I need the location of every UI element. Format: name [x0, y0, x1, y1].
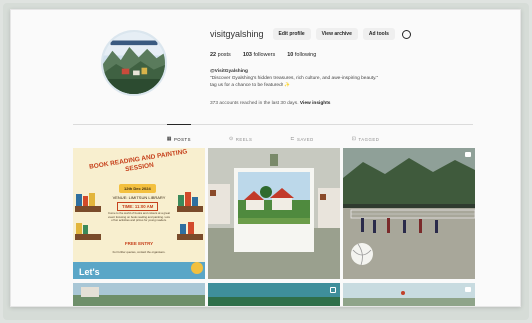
followers-label: followers: [253, 52, 276, 58]
tab-reels[interactable]: ⊙ REELS: [229, 125, 252, 142]
bio-line-2: tag us for a chance to be featured! ✨: [210, 82, 440, 89]
profile-header: visitgyalshing Edit profile View archive…: [210, 28, 411, 40]
tag-icon: ⊡: [351, 136, 357, 142]
reels-icon: ⊙: [229, 136, 234, 142]
followers-stat[interactable]: 103 followers: [243, 52, 275, 58]
poster-body: Come to the world of books and colours a…: [108, 211, 170, 223]
username: visitgyalshing: [210, 29, 264, 39]
sparkle-icon: ✨: [284, 83, 291, 88]
post-tile-volleyball[interactable]: [343, 148, 475, 279]
posts-count: 22: [210, 52, 217, 58]
insights-text: 373 accounts reached in the last 30 days…: [210, 101, 299, 106]
bookmark-icon: ⊏: [290, 136, 296, 142]
post-6-photo: [343, 283, 475, 306]
view-insights-link[interactable]: View insights: [300, 101, 331, 106]
following-label: following: [294, 52, 317, 58]
followers-count: 103: [242, 52, 252, 58]
poster-entry: FREE ENTRY: [124, 241, 154, 246]
poster-venue: VENUE: LIMITSUN LIBRARY: [112, 195, 166, 200]
display-name: @VisitGyalshing: [210, 69, 248, 74]
posts-stat: 22 posts: [210, 52, 231, 58]
multiple-images-icon: [330, 287, 336, 293]
post-tile-6[interactable]: [343, 283, 475, 306]
poster-foot: For further queries, contact the organis…: [112, 250, 166, 254]
post-tile-poster[interactable]: BOOK READING AND PAINTING SESSION 12th D…: [73, 148, 205, 279]
tab-tagged-label: TAGGED: [358, 136, 380, 142]
post-5-photo: [208, 283, 340, 306]
posts-grid: BOOK READING AND PAINTING SESSION 12th D…: [73, 148, 475, 306]
avatar-image: [103, 32, 165, 94]
tab-posts-label: POSTS: [173, 136, 192, 142]
following-stat[interactable]: 10 following: [287, 52, 316, 58]
following-count: 10: [287, 52, 294, 58]
ad-tools-button[interactable]: Ad tools: [362, 28, 395, 40]
tab-saved[interactable]: ⊏ SAVED: [290, 125, 313, 142]
profile-stats: 22 posts 103 followers 10 following: [210, 52, 328, 58]
view-archive-button[interactable]: View archive: [315, 28, 358, 40]
volleyball-photo: [343, 148, 475, 279]
multiple-images-icon: [465, 287, 471, 292]
poster-date: 12th Dec 2024: [119, 184, 156, 193]
edit-profile-button[interactable]: Edit profile: [272, 28, 311, 40]
poster-time: TIME: 11:00 AM: [117, 202, 159, 211]
profile-avatar[interactable]: [101, 30, 167, 96]
post-tile-building[interactable]: [208, 148, 340, 279]
poster-lets: Let's: [79, 267, 100, 277]
profile-bio: @VisitGyalshing "Discover Gyalshing's hi…: [210, 68, 440, 89]
settings-gear-icon[interactable]: [401, 29, 411, 39]
tab-posts[interactable]: ▦ POSTS: [166, 124, 192, 142]
building-photo: [208, 148, 340, 279]
tab-tagged[interactable]: ⊡ TAGGED: [352, 125, 380, 142]
tab-reels-label: REELS: [235, 136, 253, 142]
post-4-photo: [73, 283, 205, 306]
post-tile-5[interactable]: [208, 283, 340, 306]
bio-line-2-text: tag us for a chance to be featured!: [210, 83, 284, 88]
profile-tabs: ▦ POSTS ⊙ REELS ⊏ SAVED ⊡ TAGGED: [73, 124, 473, 142]
insights-row: 373 accounts reached in the last 30 days…: [210, 101, 330, 106]
multiple-images-icon: [465, 152, 471, 157]
tab-saved-label: SAVED: [297, 136, 314, 142]
posts-label: posts: [217, 52, 231, 58]
post-tile-4[interactable]: [73, 283, 205, 306]
grid-icon: ▦: [166, 136, 172, 142]
profile-page: visitgyalshing Edit profile View archive…: [10, 9, 521, 307]
bio-line-1: "Discover Gyalshing's hidden treasures, …: [210, 76, 379, 81]
